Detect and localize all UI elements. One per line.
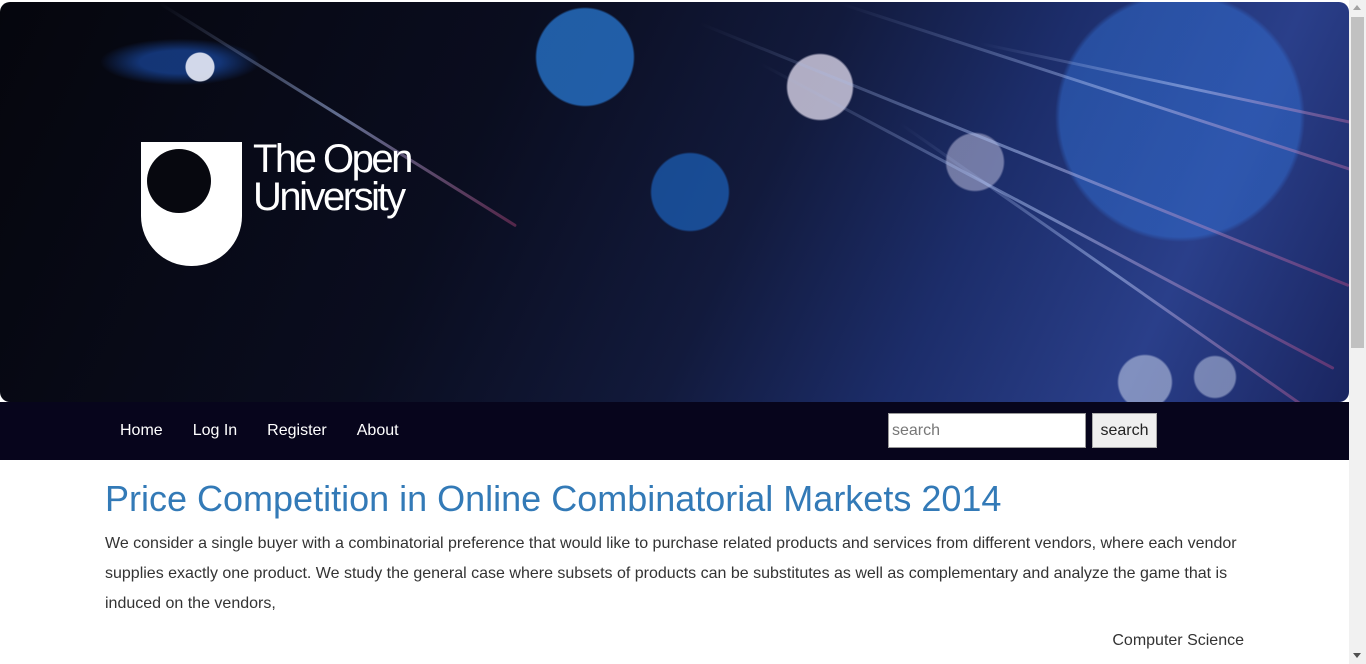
banner-decoration [899, 122, 1327, 402]
nav-login-link[interactable]: Log In [178, 422, 252, 440]
header-banner: The Open University [0, 2, 1349, 402]
vertical-scrollbar[interactable] [1349, 0, 1366, 664]
logo-wordmark: The Open University [253, 137, 413, 219]
search-button[interactable]: search [1092, 413, 1157, 448]
chevron-down-icon[interactable] [1353, 653, 1361, 658]
search-input[interactable] [888, 413, 1086, 448]
article-abstract: We consider a single buyer with a combin… [105, 535, 1237, 612]
main-content: Price Competition in Online Combinatoria… [105, 475, 1245, 619]
chevron-up-icon[interactable] [1353, 5, 1361, 10]
banner-decoration [979, 42, 1349, 133]
banner-decoration [839, 2, 1349, 191]
logo-line-1: The Open [253, 137, 413, 181]
scrollbar-thumb[interactable] [1351, 17, 1364, 348]
category-label: Computer Science [1112, 632, 1244, 649]
open-university-shield-icon [141, 142, 242, 266]
nav-links: Home Log In Register About [105, 402, 414, 460]
banner-decoration [759, 62, 1335, 370]
page-title: Price Competition in Online Combinatoria… [105, 478, 1002, 519]
nav-about-link[interactable]: About [342, 422, 414, 440]
nav-register-link[interactable]: Register [252, 422, 342, 440]
nav-home-link[interactable]: Home [105, 422, 178, 440]
logo-line-2: University [253, 175, 406, 219]
page: The Open University Home Log In Register… [0, 0, 1366, 664]
university-logo[interactable]: The Open University [141, 137, 451, 272]
